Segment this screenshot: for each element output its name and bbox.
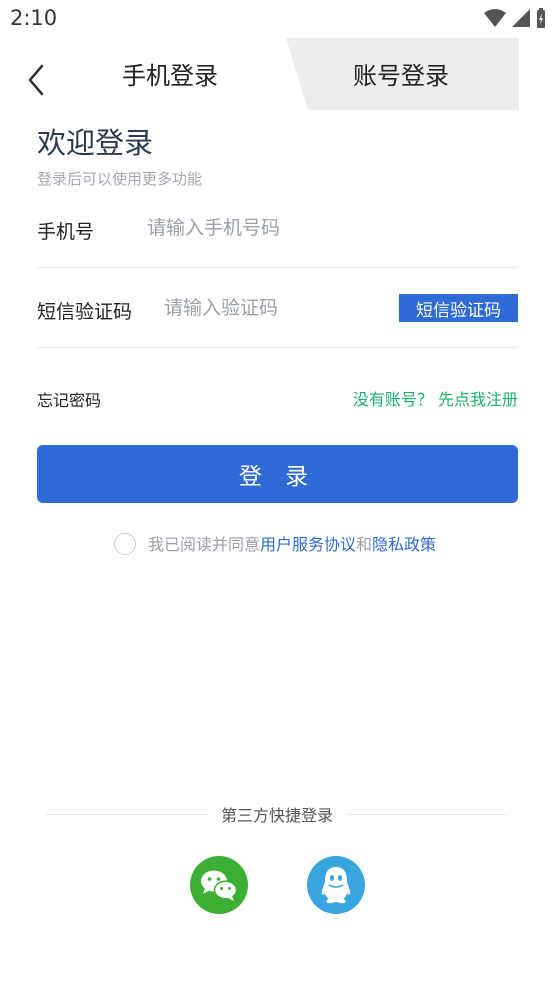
divider (346, 814, 509, 815)
agreement-checkbox[interactable] (114, 533, 136, 555)
status-time: 2:10 (10, 6, 58, 30)
login-button[interactable]: 登 录 (37, 445, 518, 503)
divider (37, 347, 518, 348)
register-link[interactable]: 没有账号？ 先点我注册 (353, 386, 518, 410)
status-icons (484, 8, 546, 28)
agreement-and: 和 (356, 535, 373, 554)
signal-icon (512, 9, 530, 27)
phone-input[interactable] (147, 217, 377, 239)
qq-icon (321, 867, 351, 904)
battery-icon (537, 8, 545, 28)
wechat-icon (201, 870, 238, 901)
tab-account-login[interactable]: 账号登录 (316, 56, 486, 96)
privacy-policy-link[interactable]: 隐私政策 (372, 535, 436, 554)
wechat-login-button[interactable] (190, 856, 248, 914)
send-sms-code-button[interactable]: 短信验证码 (399, 294, 518, 322)
phone-label: 手机号 (37, 221, 95, 243)
divider (37, 267, 518, 268)
back-button[interactable] (24, 62, 54, 98)
divider (46, 814, 208, 815)
forgot-password-link[interactable]: 忘记密码 (37, 387, 101, 411)
qq-login-button[interactable] (307, 856, 365, 914)
sms-code-label: 短信验证码 (37, 301, 133, 323)
service-agreement-link[interactable]: 用户服务协议 (260, 535, 356, 554)
third-party-title: 第三方快捷登录 (210, 802, 344, 826)
agreement-text: 我已阅读并同意用户服务协议和隐私政策 (148, 531, 436, 555)
back-arrow-icon (28, 64, 44, 96)
agreement-prefix: 我已阅读并同意 (148, 535, 261, 554)
page-subtitle: 登录后可以使用更多功能 (37, 170, 203, 188)
wifi-icon (484, 9, 506, 27)
tab-phone-login[interactable]: 手机登录 (100, 56, 240, 96)
page-title: 欢迎登录 (37, 126, 154, 160)
sms-code-input[interactable] (164, 297, 384, 319)
